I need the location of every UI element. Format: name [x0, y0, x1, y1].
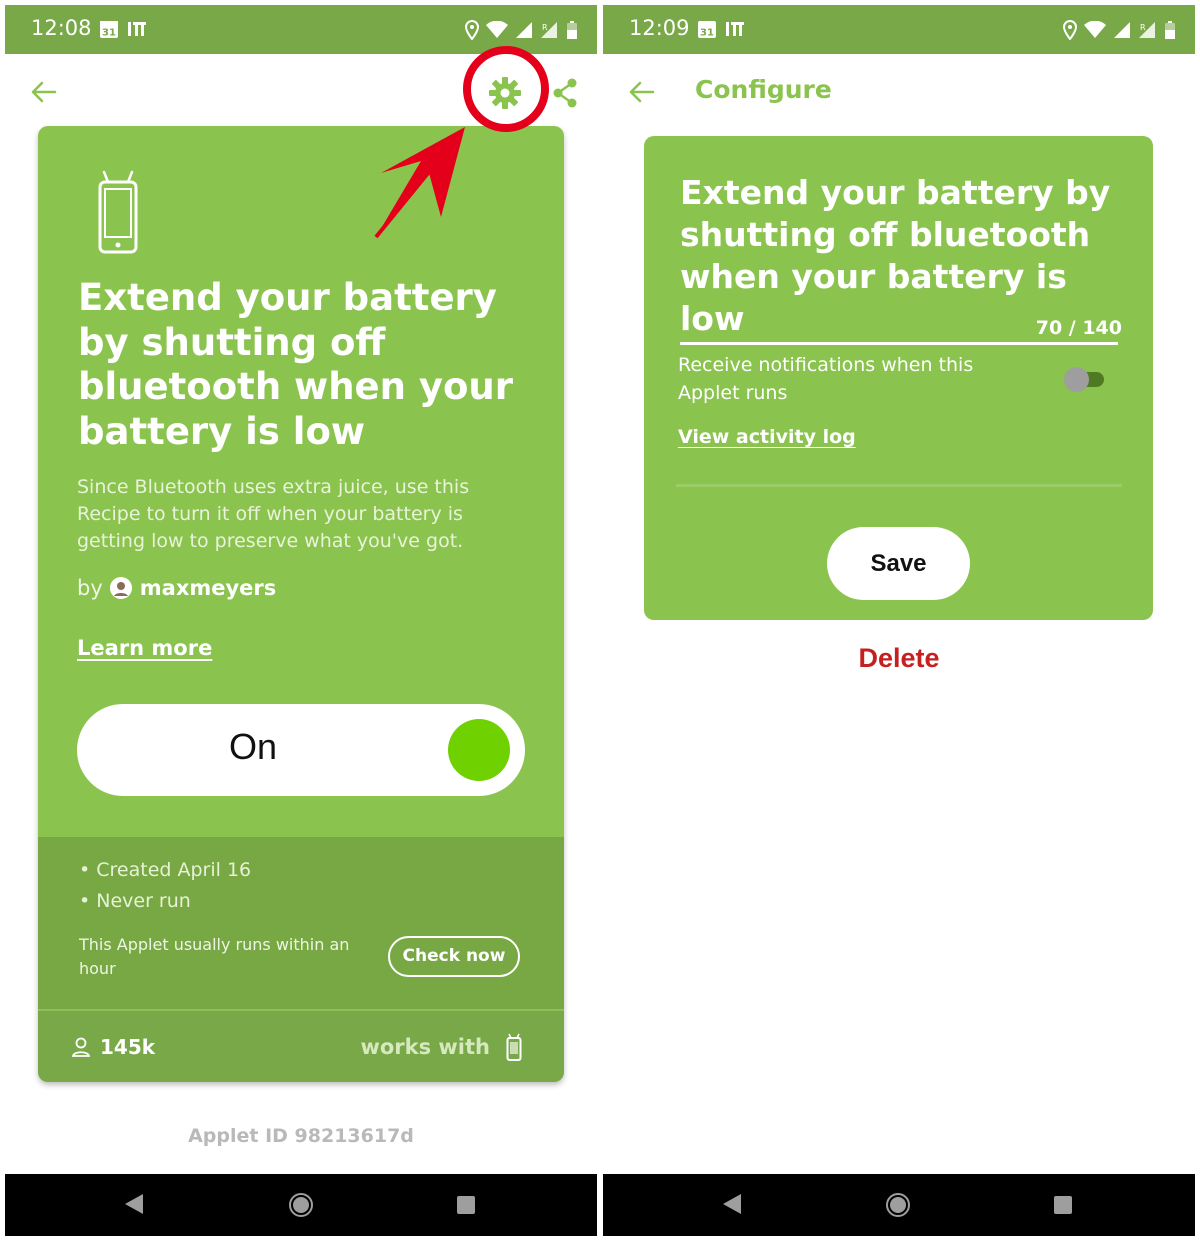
signal-roaming-icon: R [1139, 22, 1155, 38]
user-count-value: 145k [100, 1035, 156, 1059]
author-name[interactable]: maxmeyers [140, 576, 277, 600]
ifttt-icon [726, 22, 744, 36]
page-title: Configure [695, 75, 832, 104]
save-button[interactable]: Save [827, 527, 970, 600]
system-nav-bar [5, 1174, 597, 1236]
notification-toggle[interactable] [1064, 367, 1104, 392]
wifi-icon [486, 21, 508, 38]
toggle-label: On [228, 726, 278, 767]
configure-screen: 12:09 31 R Configure Extend your battery… [603, 5, 1195, 1236]
share-icon[interactable] [550, 77, 580, 109]
author-avatar [109, 577, 132, 599]
applet-details-screen: 12:08 31 R Extend your battery by shutti… [5, 5, 597, 1236]
user-icon [71, 1037, 91, 1057]
square-recent-icon[interactable] [455, 1194, 477, 1216]
ifttt-icon [128, 22, 146, 36]
square-recent-icon[interactable] [1052, 1194, 1074, 1216]
location-icon [1063, 20, 1077, 40]
calendar-icon: 31 [100, 21, 118, 39]
view-activity-log-link[interactable]: View activity log [678, 426, 856, 448]
signal-icon [1114, 22, 1130, 38]
status-time: 12:08 [31, 16, 92, 40]
back-arrow-icon[interactable] [29, 77, 59, 107]
applet-card: Extend your battery by shutting off blue… [38, 126, 564, 1082]
applet-stats: • Created April 16 • Never run This Appl… [38, 837, 564, 1009]
wifi-icon [1084, 21, 1106, 38]
system-nav-bar [603, 1174, 1195, 1236]
battery-icon [567, 21, 577, 39]
card-bottom-bar: 145k works with [38, 1010, 564, 1082]
avatar-icon [109, 577, 132, 599]
applet-id: Applet ID 98213617d [5, 1125, 597, 1147]
triangle-back-icon[interactable] [123, 1192, 145, 1216]
status-bar: 12:09 31 R [603, 5, 1195, 54]
battery-icon [1165, 21, 1175, 39]
user-count: 145k [71, 1035, 155, 1059]
circle-home-icon[interactable] [885, 1192, 911, 1218]
toggle-knob [448, 719, 510, 781]
highlight-ring [463, 46, 549, 132]
works-with-label: works with [360, 1035, 490, 1059]
svg-text:31: 31 [102, 28, 116, 39]
divider [676, 484, 1122, 487]
applet-description: Since Bluetooth uses extra juice, use th… [77, 476, 470, 552]
status-icons: R [1063, 20, 1175, 40]
calendar-icon: 31 [698, 21, 716, 39]
android-device-icon [506, 1033, 522, 1061]
run-count: • Never run [79, 890, 191, 912]
author-line: by maxmeyers [77, 576, 276, 600]
annotation-arrow-icon [374, 127, 465, 239]
toggle-thumb [1064, 367, 1089, 392]
signal-icon [516, 22, 532, 38]
created-date: • Created April 16 [79, 859, 252, 881]
configure-card: Extend your battery by shutting off blue… [644, 136, 1153, 620]
triangle-back-icon[interactable] [721, 1192, 743, 1216]
svg-text:R: R [1140, 23, 1146, 32]
applet-on-toggle[interactable]: On [77, 704, 525, 796]
android-phone-icon [98, 170, 138, 254]
status-time: 12:09 [629, 16, 690, 40]
circle-home-icon[interactable] [288, 1192, 314, 1218]
signal-roaming-icon: R [541, 22, 557, 38]
learn-more-link[interactable]: Learn more [77, 636, 212, 660]
character-count: 70 / 140 [1035, 317, 1122, 339]
applet-title: Extend your battery by shutting off blue… [78, 276, 514, 453]
by-label: by [77, 576, 103, 600]
notification-setting-label: Receive notifications when this Applet r… [678, 354, 974, 404]
location-icon [465, 20, 479, 40]
check-now-button[interactable]: Check now [388, 936, 520, 977]
delete-button[interactable]: Delete [858, 643, 939, 673]
delete-button-wrap: Delete [603, 643, 1195, 674]
applet-id-text: Applet ID 98213617d [188, 1125, 414, 1147]
back-arrow-icon[interactable] [627, 77, 657, 107]
runs-note: This Applet usually runs within an hour [79, 935, 350, 978]
svg-text:R: R [542, 23, 548, 32]
svg-text:31: 31 [700, 28, 714, 39]
status-icons: R [465, 20, 577, 40]
